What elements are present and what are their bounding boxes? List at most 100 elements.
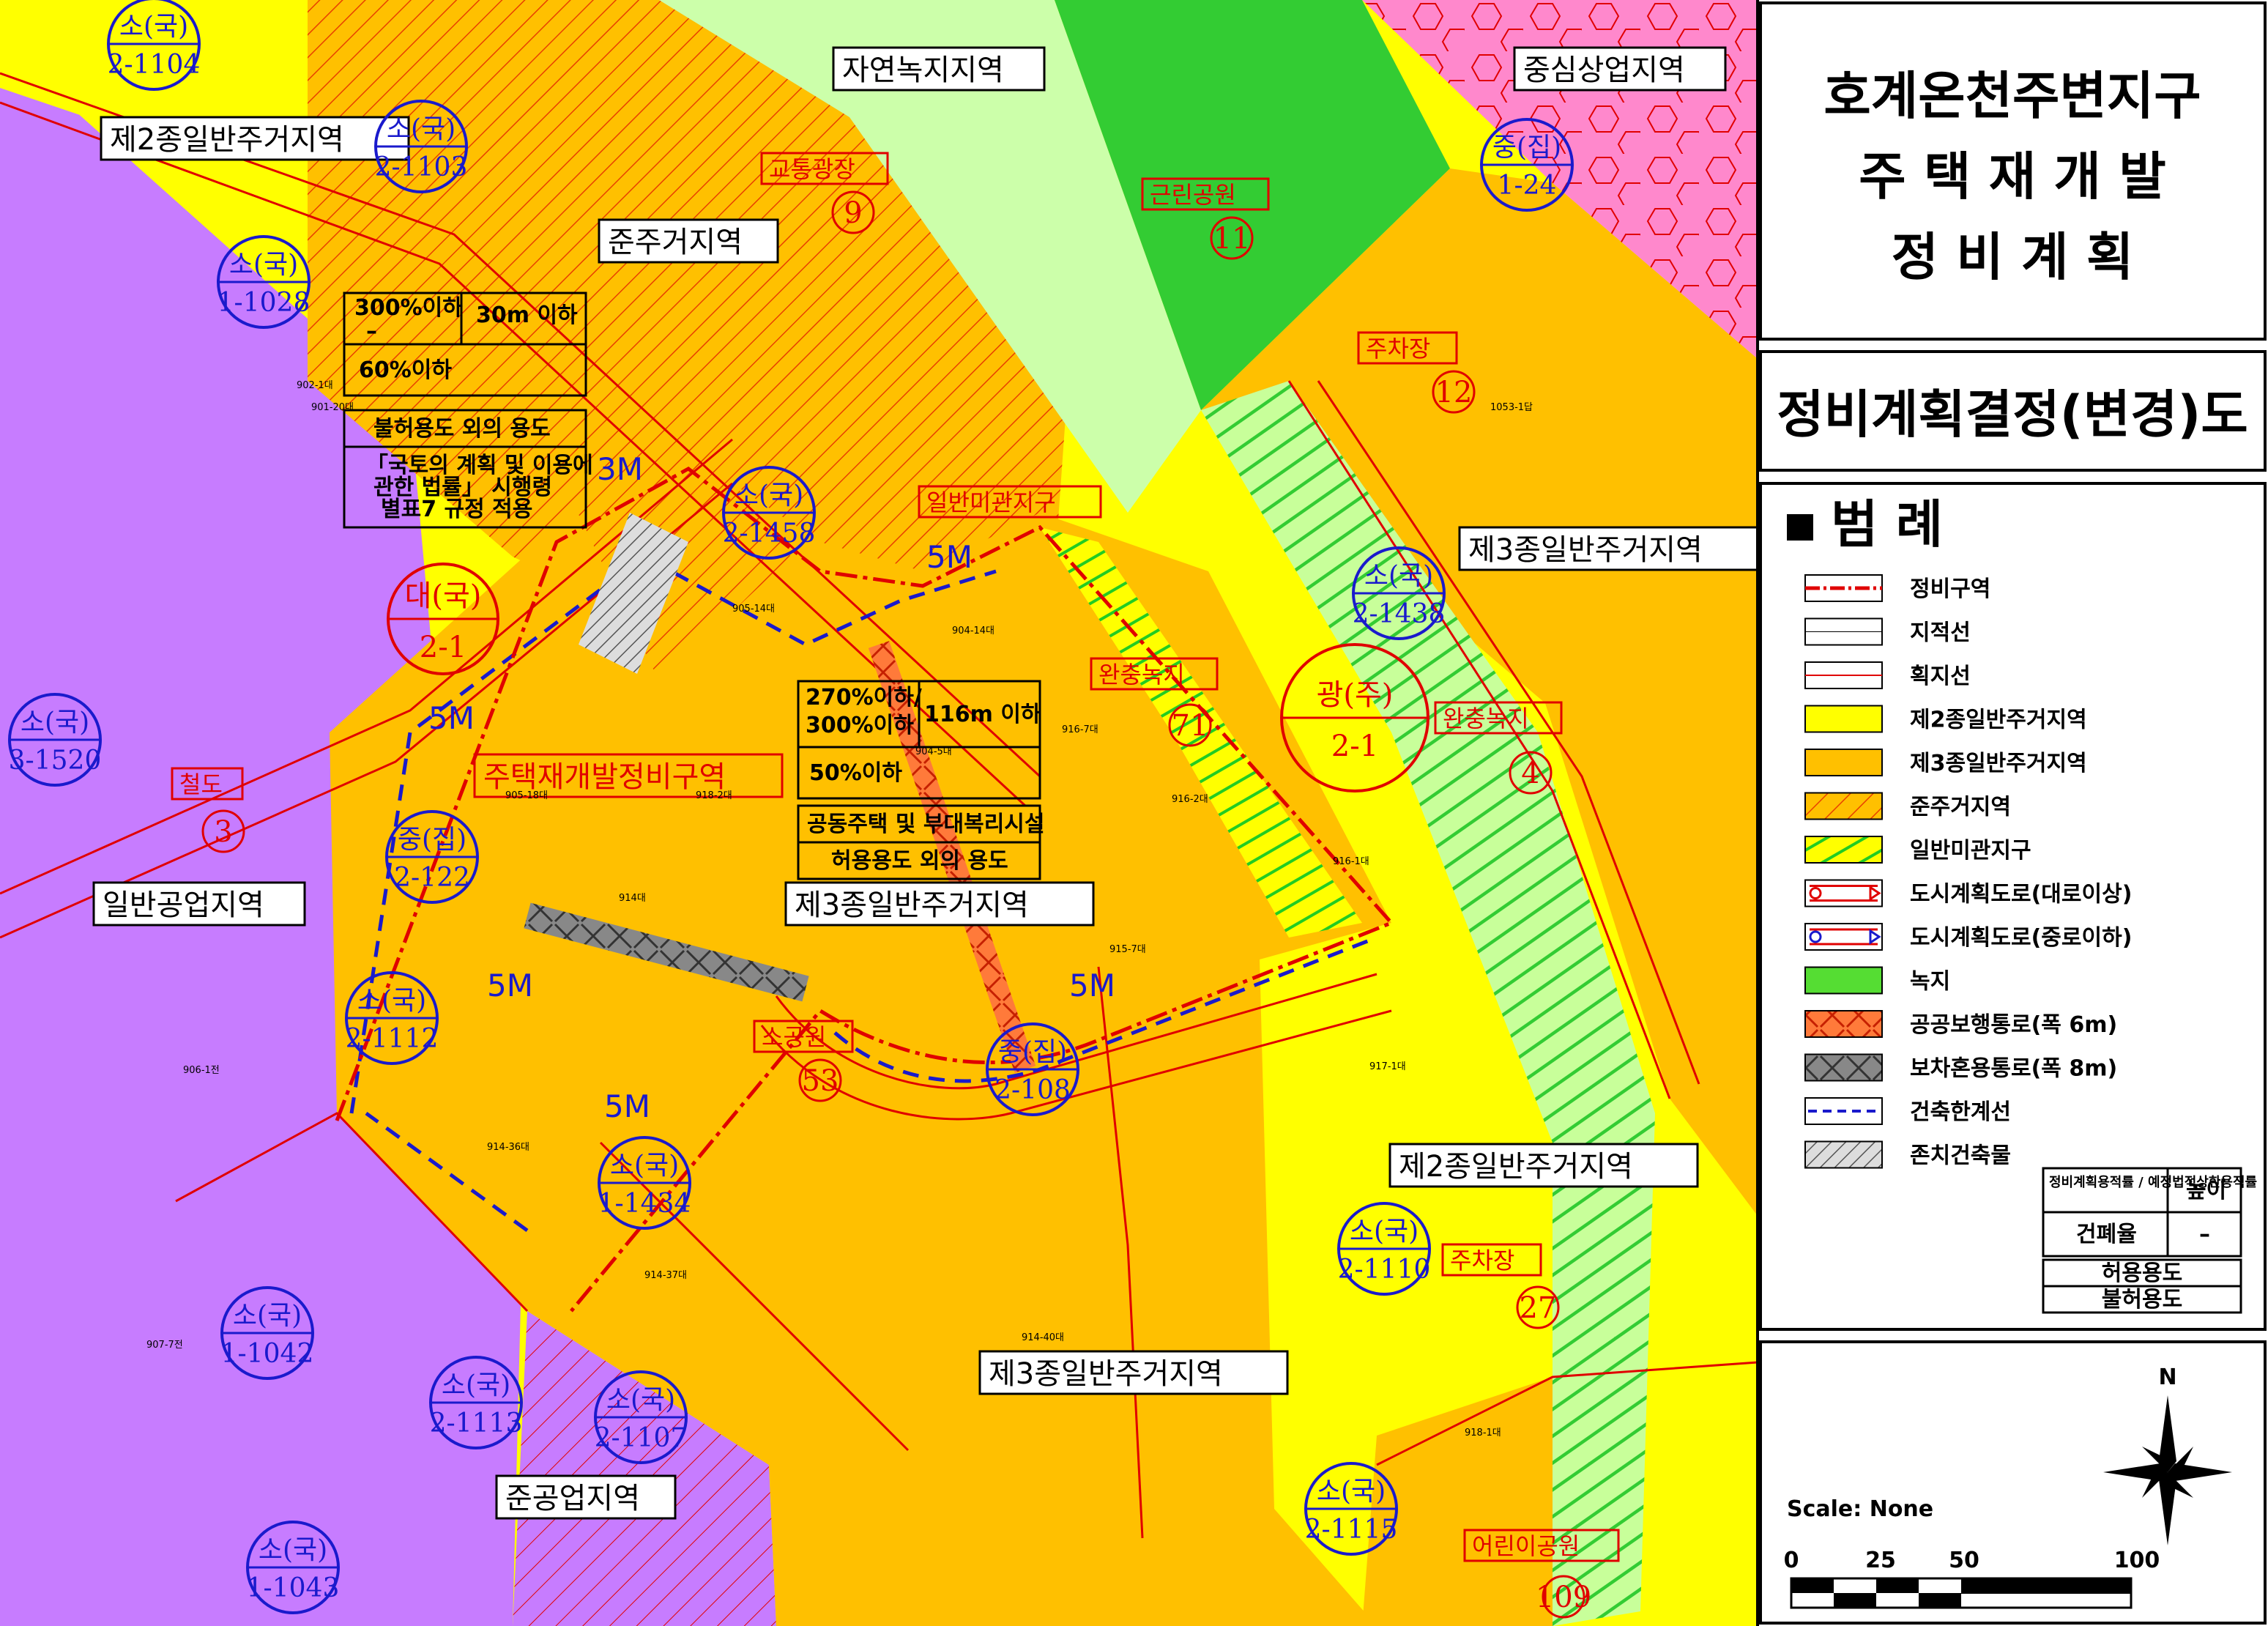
- parcel-label: 901-20대: [311, 402, 354, 413]
- legend-item-ped: 공공보행통로(폭 6m): [1804, 1010, 2117, 1038]
- facility-number-n11: 11: [1213, 222, 1251, 256]
- road-tag-type-r_1043: 소(국): [259, 1535, 327, 1565]
- semi-res-prohibited: 불허용도 외의 용도: [373, 416, 551, 442]
- legend-label-orange-hatch: 준주거지역: [1910, 795, 2011, 820]
- legend-label-retained: 존치건축물: [1910, 1143, 2011, 1169]
- legend-swatch-orange-hatch: [1804, 792, 1883, 820]
- parcel-label: 918-2대: [696, 790, 732, 801]
- facility-label-f_scenic_district: 일반미관지구: [926, 489, 1056, 516]
- setback-s3: 5M: [428, 700, 475, 736]
- facility-label-f_neighborhood_park: 근린공원: [1150, 181, 1236, 209]
- res3-far-2: 300%이하: [806, 713, 914, 738]
- legend-swatch-ped: [1804, 1010, 1883, 1038]
- road-tag-type-r_1520: 소(국): [21, 708, 89, 738]
- road-tag-number-r_1103: 2-1103: [375, 152, 468, 182]
- setback-s6: 5M: [604, 1088, 650, 1124]
- facility-label-f_small_park: 소공원: [762, 1023, 826, 1051]
- parcel-label: 914대: [619, 893, 646, 904]
- subtitle: 정비계획결정(변경)도: [1777, 385, 2248, 445]
- legend-item-road-large: 도시계획도로(대로이상): [1804, 879, 2132, 907]
- zone-label-z_res3_center: 제3종일반주거지역: [795, 888, 1029, 922]
- zone-label-z_res3_bottom: 제3종일반주거지역: [989, 1357, 1223, 1391]
- zone-label-z_natural_green: 자연녹지지역: [842, 53, 1004, 87]
- legend-swatch-road-large: [1804, 879, 1883, 907]
- legend-swatch-green-hatch: [1804, 836, 1883, 864]
- zone-label-z_semi_industrial: 준공업지역: [505, 1482, 640, 1515]
- road-tag-number-r_1458: 2-1458: [723, 519, 816, 549]
- zone-label-z_redev_district: 주택재개발정비구역: [483, 760, 726, 794]
- facility-number-n71: 71: [1172, 709, 1209, 743]
- road-tag-number-r_108: 2-108: [994, 1075, 1071, 1105]
- res3-height: 116m 이하: [924, 702, 1041, 727]
- parcel-label: 915-7대: [1109, 944, 1146, 955]
- big-road-number-b_wide: 2-1: [1331, 730, 1378, 763]
- road-tag-type-r_124: 중(집): [1492, 133, 1561, 163]
- legend-swatch-district: [1804, 574, 1883, 602]
- parcel-label: 914-40대: [1022, 1332, 1064, 1343]
- legend-label-orange: 제3종일반주거지역: [1910, 751, 2087, 776]
- zone-label-z_res2_bottom: 제2종일반주거지역: [1399, 1150, 1633, 1184]
- facility-label-f_children_park: 어린이공원: [1472, 1532, 1580, 1560]
- road-tag-type-r_1113: 소(국): [442, 1370, 510, 1400]
- parcel-label: 905-14대: [732, 604, 775, 615]
- facility-label-f_parking_top: 주차장: [1366, 335, 1430, 363]
- scale-tick-25: 25: [1865, 1548, 1896, 1573]
- legend-label-district: 정비구역: [1910, 576, 1990, 602]
- legend-swatch-setback: [1804, 1097, 1883, 1125]
- parcel-label: 906-1전: [183, 1065, 220, 1076]
- legend-label-cadastral: 지적선: [1910, 620, 1971, 646]
- setback-s1: 3M: [597, 451, 643, 487]
- zone-label-z_res3_right: 제3종일반주거지역: [1468, 533, 1703, 567]
- parcel-label: 916-7대: [1062, 724, 1098, 735]
- road-tag-type-r_1110: 소(국): [1350, 1217, 1419, 1247]
- facility-number-n53: 53: [802, 1064, 839, 1098]
- legend-swatch-cadastral: [1804, 617, 1883, 646]
- parcel-label: 916-2대: [1172, 794, 1208, 805]
- legend-swatch-lot: [1804, 661, 1883, 689]
- road-tag-number-r_1115: 2-1115: [1305, 1515, 1398, 1545]
- semi-res-far: 300%이하: [354, 295, 463, 321]
- title-line-3: 정 비 계 획: [1892, 227, 2134, 287]
- legend-label-mixed: 보차혼용통로(폭 8m): [1910, 1056, 2117, 1082]
- zone-label-z_res2_top: 제2종일반주거지역: [110, 123, 344, 157]
- key-height: 높이: [2186, 1178, 2226, 1203]
- parcel-label: 918-1대: [1465, 1428, 1501, 1438]
- road-tag-type-r_1104: 소(국): [119, 12, 188, 42]
- legend-title: 범 례: [1831, 494, 1943, 554]
- semi-res-height: 30m 이하: [476, 302, 578, 328]
- road-tag-number-r_1028: 1-1028: [217, 288, 311, 318]
- legend-swatch-green: [1804, 966, 1883, 995]
- legend-item-green: 녹지: [1804, 966, 1950, 995]
- semi-res-dash: –: [366, 319, 377, 344]
- parcel-label: 917-1대: [1369, 1061, 1406, 1072]
- road-tag-type-r_1028: 소(국): [229, 250, 298, 280]
- key-allowed: 허용용도: [2102, 1261, 2182, 1286]
- legend-item-road-medium: 도시계획도로(중로이하): [1804, 923, 2132, 951]
- res3-coverage: 50%이하: [809, 760, 902, 786]
- zone-label-z_semi_res: 준주거지역: [608, 226, 743, 259]
- scale-tick-50: 50: [1949, 1548, 1979, 1573]
- semi-res-rule-3: 별표7 규정 적용: [381, 497, 532, 522]
- road-tag-number-r_1438: 2-1438: [1353, 599, 1446, 629]
- zone-label-z_general_industrial: 일반공업지역: [103, 888, 264, 922]
- road-tag-type-r_1434: 소(국): [610, 1151, 679, 1181]
- legend-item-orange: 제3종일반주거지역: [1804, 749, 2087, 776]
- legend-item-mixed: 보차혼용통로(폭 8m): [1804, 1053, 2117, 1082]
- road-tag-type-r_1115: 소(국): [1317, 1477, 1386, 1507]
- facility-number-n27: 27: [1520, 1291, 1557, 1325]
- legend-label-lot: 획지선: [1910, 664, 1971, 689]
- north-label: N: [2158, 1365, 2176, 1390]
- scale-tick-0: 0: [1784, 1548, 1799, 1573]
- facility-label-f_buffer_green_b: 완충녹지: [1443, 705, 1529, 732]
- facility-number-n109: 109: [1536, 1581, 1591, 1614]
- facility-label-f_buffer_green_a: 완충녹지: [1098, 661, 1185, 688]
- title-line-2: 주 택 재 개 발: [1859, 146, 2165, 207]
- zoning-map: 자연녹지지역 중심상업지역제2종일반주거지역준주거지역제3종일반주거지역일반공업지…: [0, 0, 2268, 1626]
- setback-s2: 5M: [926, 539, 973, 575]
- legend-label-yellow: 제2종일반주거지역: [1910, 708, 2087, 733]
- legend-label-setback: 건축한계선: [1910, 1099, 2011, 1125]
- road-tag-number-r_1520: 3-1520: [9, 746, 102, 776]
- legend-swatch-orange: [1804, 749, 1883, 776]
- road-tag-type-r_108: 중(집): [998, 1037, 1067, 1067]
- parcel-label: 1053-1답: [1490, 402, 1533, 413]
